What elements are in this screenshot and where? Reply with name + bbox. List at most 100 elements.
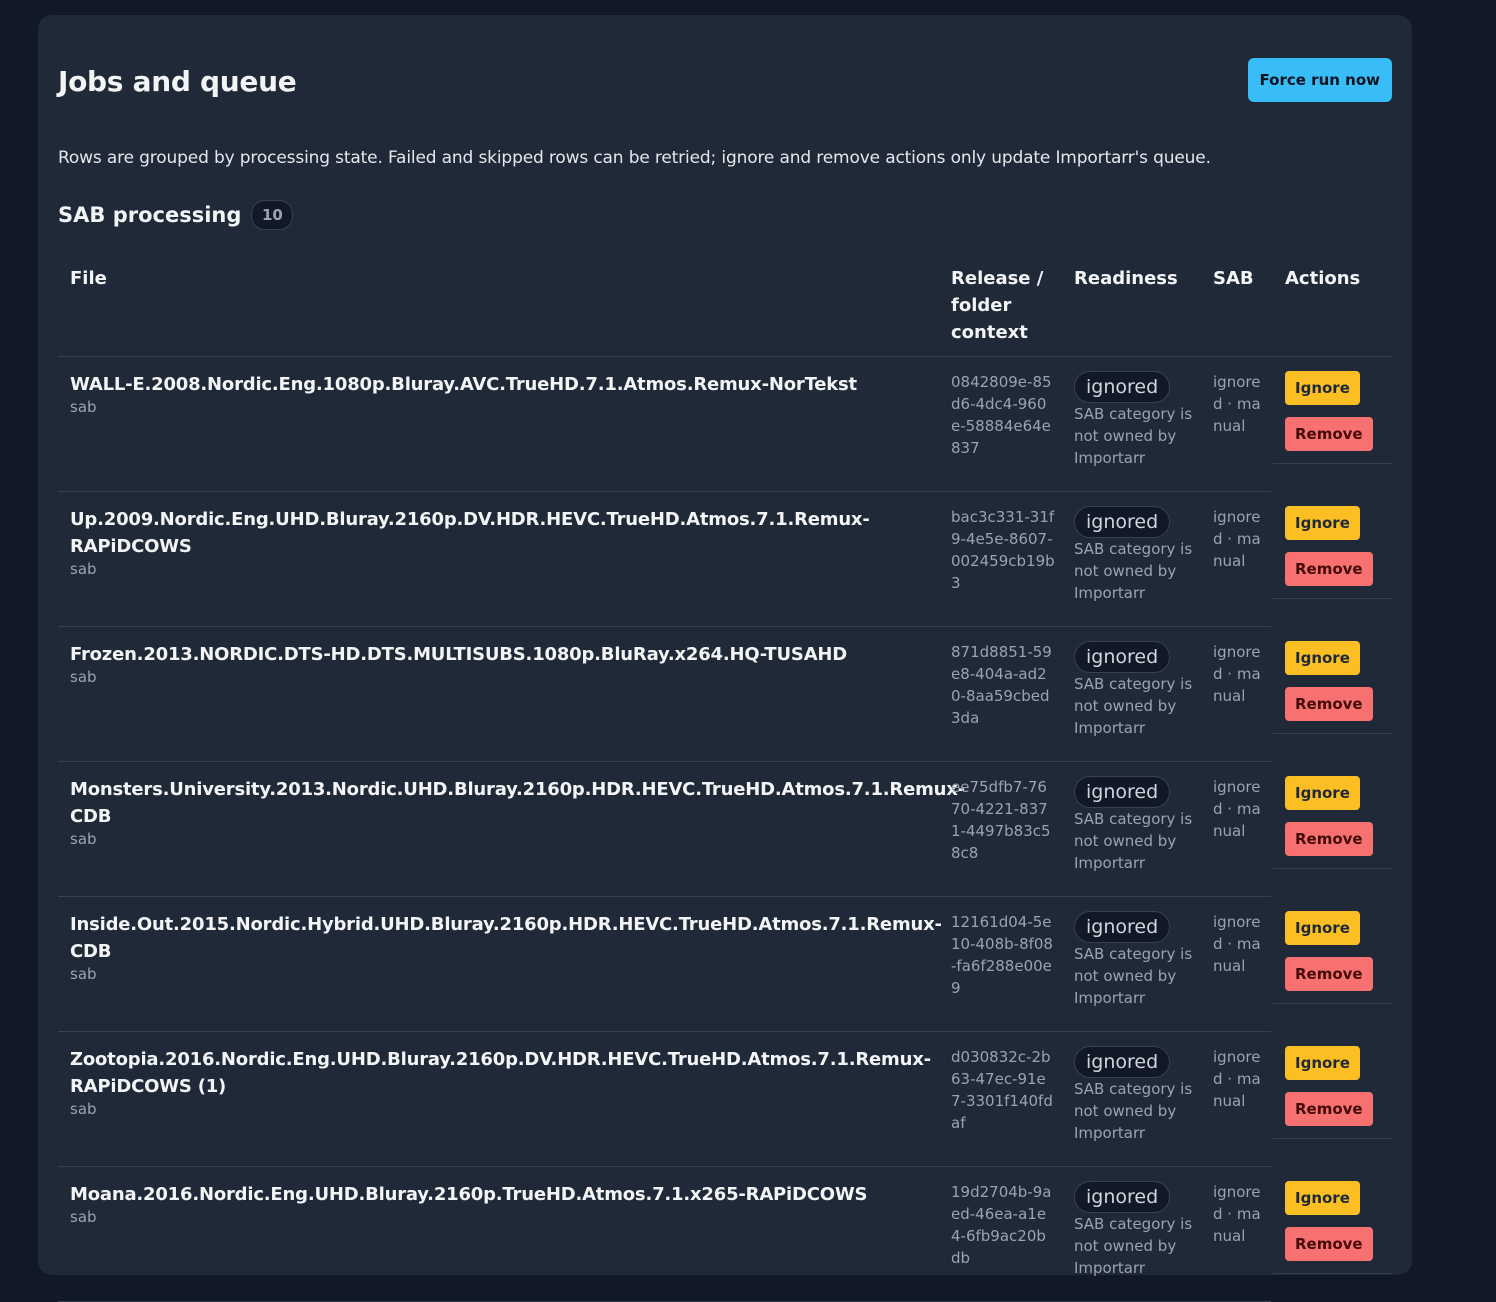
count-badge: 10 (251, 200, 294, 230)
readiness-cell: ignored SAB category is not owned by Imp… (1074, 911, 1198, 1009)
file-name: Inside.Out.2015.Nordic.Hybrid.UHD.Bluray… (70, 914, 942, 962)
status-badge: ignored (1074, 506, 1171, 538)
column-header-readiness: Readiness (1074, 268, 1178, 289)
status-badge: ignored (1074, 776, 1171, 808)
file-cell: Moana.2016.Nordic.Eng.UHD.Bluray.2160p.T… (70, 1181, 930, 1226)
table-body: WALL-E.2008.Nordic.Eng.1080p.Bluray.AVC.… (58, 357, 1392, 1302)
table-header: File Release / folder context Readiness … (58, 265, 1392, 357)
release-id: 871d8851-59e8-404a-ad20-8aa59cbed3da (951, 643, 1052, 727)
sab-status: ignored · manual (1213, 1183, 1261, 1245)
status-badge: ignored (1074, 911, 1171, 943)
ignore-button[interactable]: Ignore (1285, 776, 1360, 810)
readiness-reason: SAB category is not owned by Importarr (1074, 1215, 1193, 1277)
ignore-button[interactable]: Ignore (1285, 911, 1360, 945)
release-id: 12161d04-5e10-408b-8f08-fa6f288e00e9 (951, 913, 1053, 997)
actions-divider (1273, 1003, 1392, 1004)
table-row: Frozen.2013.NORDIC.DTS-HD.DTS.MULTISUBS.… (58, 627, 1392, 762)
actions-cell: Ignore Remove (1285, 911, 1385, 991)
file-cell: Frozen.2013.NORDIC.DTS-HD.DTS.MULTISUBS.… (70, 641, 930, 686)
readiness-reason: SAB category is not owned by Importarr (1074, 675, 1193, 737)
actions-cell: Ignore Remove (1285, 641, 1385, 721)
remove-button[interactable]: Remove (1285, 552, 1373, 586)
ignore-button[interactable]: Ignore (1285, 1181, 1360, 1215)
file-name: Frozen.2013.NORDIC.DTS-HD.DTS.MULTISUBS.… (70, 644, 848, 665)
status-badge: ignored (1074, 371, 1171, 403)
section-header: SAB processing 10 (58, 199, 294, 231)
remove-button[interactable]: Remove (1285, 1227, 1373, 1261)
readiness-cell: ignored SAB category is not owned by Imp… (1074, 641, 1198, 739)
status-badge: ignored (1074, 1046, 1171, 1078)
column-header-sab: SAB (1213, 268, 1254, 289)
table-row: Monsters.University.2013.Nordic.UHD.Blur… (58, 762, 1392, 897)
file-name: Up.2009.Nordic.Eng.UHD.Bluray.2160p.DV.H… (70, 509, 870, 557)
status-badge: ignored (1074, 1181, 1171, 1213)
file-source: sab (70, 398, 97, 416)
readiness-cell: ignored SAB category is not owned by Imp… (1074, 1046, 1198, 1144)
remove-button[interactable]: Remove (1285, 957, 1373, 991)
table-row: Up.2009.Nordic.Eng.UHD.Bluray.2160p.DV.H… (58, 492, 1392, 627)
readiness-reason: SAB category is not owned by Importarr (1074, 810, 1193, 872)
readiness-cell: ignored SAB category is not owned by Imp… (1074, 1181, 1198, 1279)
page-title: Jobs and queue (58, 65, 297, 98)
table-row: Zootopia.2016.Nordic.Eng.UHD.Bluray.2160… (58, 1032, 1392, 1167)
file-name: WALL-E.2008.Nordic.Eng.1080p.Bluray.AVC.… (70, 374, 857, 395)
file-cell: Monsters.University.2013.Nordic.UHD.Blur… (70, 776, 965, 848)
ignore-button[interactable]: Ignore (1285, 1046, 1360, 1080)
readiness-reason: SAB category is not owned by Importarr (1074, 540, 1193, 602)
ignore-button[interactable]: Ignore (1285, 641, 1360, 675)
readiness-reason: SAB category is not owned by Importarr (1074, 945, 1193, 1007)
readiness-reason: SAB category is not owned by Importarr (1074, 1080, 1193, 1142)
readiness-reason: SAB category is not owned by Importarr (1074, 405, 1193, 467)
release-id: d030832c-2b63-47ec-91e7-3301f140fdaf (951, 1048, 1053, 1132)
section-title: SAB processing (58, 203, 242, 227)
jobs-panel: Jobs and queue Force run now Rows are gr… (38, 15, 1412, 1302)
actions-divider (1273, 1273, 1392, 1274)
status-badge: ignored (1074, 641, 1171, 673)
readiness-cell: ignored SAB category is not owned by Imp… (1074, 371, 1198, 469)
ignore-button[interactable]: Ignore (1285, 506, 1360, 540)
actions-divider (1273, 463, 1392, 464)
actions-divider (1273, 733, 1392, 734)
table-row: Moana.2016.Nordic.Eng.UHD.Bluray.2160p.T… (58, 1167, 1392, 1302)
sab-status: ignored · manual (1213, 913, 1261, 975)
actions-divider (1273, 1138, 1392, 1139)
file-source: sab (70, 1100, 97, 1118)
file-cell: Up.2009.Nordic.Eng.UHD.Bluray.2160p.DV.H… (70, 506, 930, 578)
remove-button[interactable]: Remove (1285, 822, 1373, 856)
force-run-button[interactable]: Force run now (1247, 58, 1392, 102)
file-name: Moana.2016.Nordic.Eng.UHD.Bluray.2160p.T… (70, 1184, 868, 1205)
actions-cell: Ignore Remove (1285, 371, 1385, 451)
sab-status: ignored · manual (1213, 778, 1261, 840)
actions-divider (1273, 598, 1392, 599)
file-cell: Zootopia.2016.Nordic.Eng.UHD.Bluray.2160… (70, 1046, 931, 1118)
readiness-cell: ignored SAB category is not owned by Imp… (1074, 506, 1198, 604)
file-cell: Inside.Out.2015.Nordic.Hybrid.UHD.Bluray… (70, 911, 942, 983)
table-row: Inside.Out.2015.Nordic.Hybrid.UHD.Bluray… (58, 897, 1392, 1032)
file-source: sab (70, 830, 97, 848)
actions-cell: Ignore Remove (1285, 1181, 1385, 1261)
remove-button[interactable]: Remove (1285, 417, 1373, 451)
remove-button[interactable]: Remove (1285, 1092, 1373, 1126)
page-description: Rows are grouped by processing state. Fa… (58, 148, 1211, 168)
file-name: Monsters.University.2013.Nordic.UHD.Blur… (70, 779, 965, 827)
actions-cell: Ignore Remove (1285, 1046, 1385, 1126)
file-name: Zootopia.2016.Nordic.Eng.UHD.Bluray.2160… (70, 1049, 931, 1097)
ignore-button[interactable]: Ignore (1285, 371, 1360, 405)
sab-status: ignored · manual (1213, 1048, 1261, 1110)
sab-status: ignored · manual (1213, 508, 1261, 570)
sab-status: ignored · manual (1213, 373, 1261, 435)
file-source: sab (70, 668, 97, 686)
remove-button[interactable]: Remove (1285, 687, 1373, 721)
panel-header: Jobs and queue Force run now (58, 55, 1392, 115)
file-source: sab (70, 965, 97, 983)
release-id: bac3c331-31f9-4e5e-8607-002459cb19b3 (951, 508, 1055, 592)
file-source: sab (70, 560, 97, 578)
release-id: 19d2704b-9aed-46ea-a1e4-6fb9ac20bdb (951, 1183, 1052, 1267)
file-cell: WALL-E.2008.Nordic.Eng.1080p.Bluray.AVC.… (70, 371, 930, 416)
release-id: ee75dfb7-7670-4221-8371-4497b83c58c8 (951, 778, 1051, 862)
column-header-file: File (70, 268, 107, 289)
file-source: sab (70, 1208, 97, 1226)
readiness-cell: ignored SAB category is not owned by Imp… (1074, 776, 1198, 874)
actions-divider (1273, 868, 1392, 869)
actions-cell: Ignore Remove (1285, 776, 1385, 856)
